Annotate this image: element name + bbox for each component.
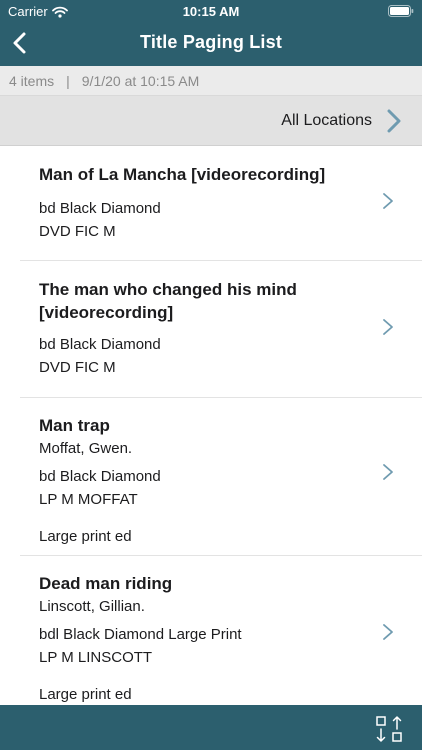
chevron-right-icon: [383, 624, 393, 640]
item-call-number: DVD FIC M: [39, 223, 116, 240]
list-timestamp: 9/1/20 at 10:15 AM: [81, 72, 200, 89]
top-bar: Carrier 10:15 AM Title Paging List: [0, 0, 422, 66]
item-title: Man trap: [39, 416, 110, 435]
list-item[interactable]: The man who changed his mind [videorecor…: [0, 261, 422, 398]
list-item[interactable]: Dead man riding Linscott, Gillian. bdl B…: [0, 556, 422, 705]
item-location: bdl Black Diamond Large Print: [39, 626, 242, 643]
item-edition: Large print ed: [39, 686, 132, 703]
bottom-toolbar: [0, 705, 422, 750]
location-filter-label: All Locations: [281, 112, 372, 129]
item-title: The man who changed his mind [videorecor…: [39, 280, 297, 322]
item-location: bd Black Diamond: [39, 200, 161, 217]
page-title: Title Paging List: [139, 32, 283, 52]
item-title: Man of La Mancha [videorecording]: [39, 165, 326, 184]
item-call-number: LP M MOFFAT: [39, 491, 138, 508]
chevron-right-icon: [383, 464, 393, 480]
list-item[interactable]: Man trap Moffat, Gwen. bd Black Diamond …: [0, 398, 422, 556]
status-bar: Carrier 10:15 AM: [0, 0, 422, 22]
chevron-right-icon: [383, 193, 393, 209]
meta-separator: |: [66, 72, 70, 89]
item-edition: Large print ed: [39, 528, 132, 545]
item-author: Moffat, Gwen.: [39, 440, 133, 457]
item-author: Linscott, Gillian.: [39, 598, 145, 615]
item-count: 4 items: [9, 72, 55, 89]
item-call-number: LP M LINSCOTT: [39, 649, 153, 666]
chevron-right-icon: [383, 319, 393, 335]
location-filter[interactable]: All Locations: [0, 96, 422, 146]
item-call-number: DVD FIC M: [39, 359, 116, 376]
item-title: Dead man riding: [39, 574, 173, 593]
title-list: Man of La Mancha [videorecording] bd Bla…: [0, 146, 422, 705]
battery-icon: [388, 5, 414, 17]
item-location: bd Black Diamond: [39, 336, 161, 353]
list-item[interactable]: Man of La Mancha [videorecording] bd Bla…: [0, 146, 422, 261]
chevron-right-icon: [387, 109, 401, 133]
clock: 10:15 AM: [182, 4, 240, 19]
item-location: bd Black Diamond: [39, 468, 161, 485]
list-meta: 4 items | 9/1/20 at 10:15 AM: [0, 66, 422, 96]
sort-icon[interactable]: [375, 715, 403, 743]
